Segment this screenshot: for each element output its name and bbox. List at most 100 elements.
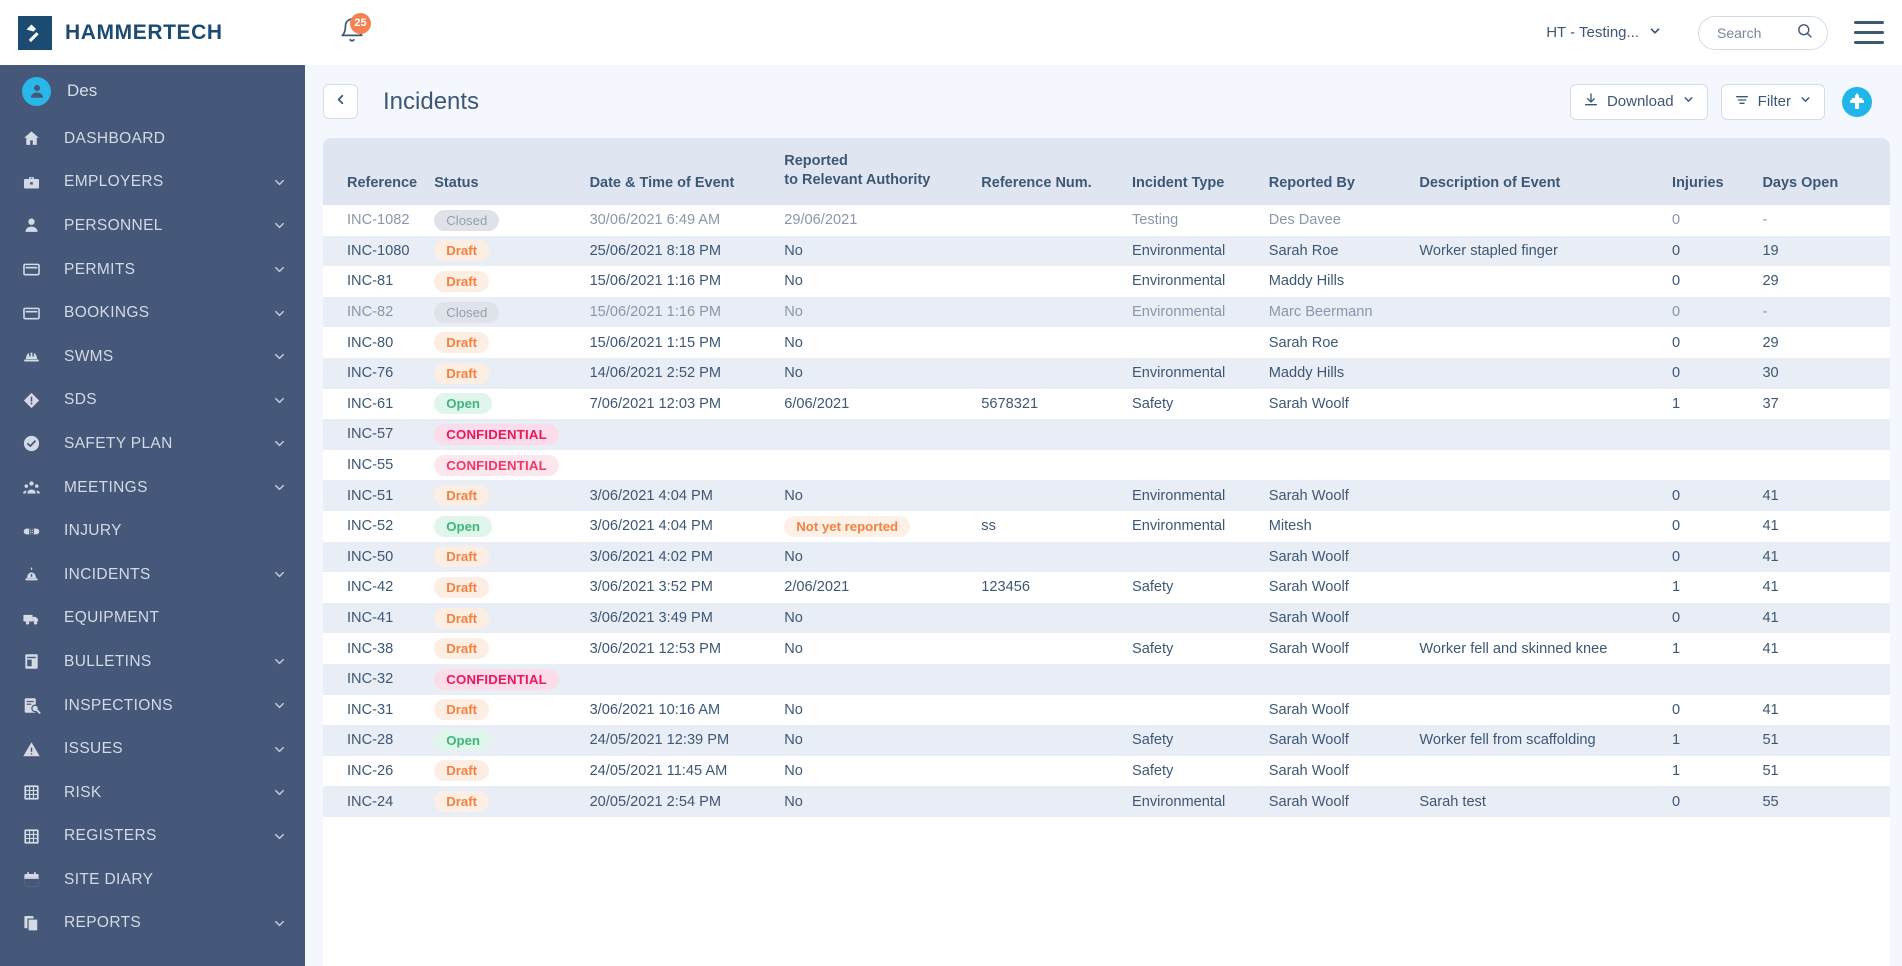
- table-row[interactable]: INC-1080 Draft 25/06/2021 8:18 PM No Environ…: [323, 235, 1890, 267]
- cell-status: Closed: [434, 297, 589, 328]
- sidebar-item-dashboard[interactable]: DASHBOARD: [0, 117, 305, 161]
- chevron-down-icon[interactable]: [272, 306, 287, 321]
- column-header-reference[interactable]: Reference: [323, 138, 435, 205]
- table-row[interactable]: INC-82 Closed 15/06/2021 1:16 PM No Environm…: [323, 296, 1890, 328]
- table-row[interactable]: INC-61 Open 7/06/2021 12:03 PM 6/06/2021 567…: [323, 389, 1890, 420]
- table-row[interactable]: INC-28 Open 24/05/2021 12:39 PM No Safety Sar…: [323, 725, 1890, 756]
- table-row[interactable]: INC-76 Draft 14/06/2021 2:52 PM No Environme…: [323, 357, 1890, 389]
- sidebar-item-swms[interactable]: SWMS: [0, 335, 305, 379]
- download-button[interactable]: Download: [1569, 83, 1708, 120]
- inspection-icon: [22, 696, 52, 715]
- chevron-down-icon[interactable]: [272, 742, 287, 757]
- chevron-down-icon[interactable]: [272, 567, 287, 582]
- sidebar-item-sds[interactable]: SDS: [0, 379, 305, 423]
- cell-reference-num: [981, 358, 1132, 389]
- reported-by-value: Sarah Roe: [1268, 334, 1339, 351]
- table-row[interactable]: INC-31 Draft 3/06/2021 10:16 AM No Sarah Woo…: [323, 695, 1890, 726]
- table-row[interactable]: INC-81 Draft 15/06/2021 1:16 PM No Environme…: [323, 266, 1890, 297]
- chevron-down-icon[interactable]: [272, 349, 287, 364]
- chevron-down-icon[interactable]: [272, 218, 287, 233]
- table-row[interactable]: INC-42 Draft 3/06/2021 3:52 PM 2/06/2021 123…: [323, 572, 1890, 603]
- incident-type-value: Environmental: [1131, 793, 1226, 810]
- column-header-datetime[interactable]: Date & Time of Event: [589, 138, 785, 205]
- sidebar-item-employers[interactable]: EMPLOYERS: [0, 161, 305, 205]
- table-row[interactable]: INC-51 Draft 3/06/2021 4:04 PM No Environmen…: [323, 480, 1890, 511]
- search-icon[interactable]: [1796, 22, 1813, 44]
- table-row[interactable]: INC-1082 Closed 30/06/2021 6:49 AM 29/06/20…: [323, 205, 1890, 236]
- add-incident-button[interactable]: [1842, 86, 1872, 117]
- column-header-refnum[interactable]: Reference Num.: [981, 138, 1132, 205]
- reported-authority-value: No: [784, 548, 803, 565]
- cell-reference: INC-80: [323, 327, 434, 358]
- sidebar-item-permits[interactable]: PERMITS: [0, 248, 305, 292]
- notifications-button[interactable]: 25: [330, 11, 374, 55]
- reported-by-value: Marc Beermann: [1268, 304, 1373, 321]
- table-row[interactable]: INC-24 Draft 20/05/2021 2:54 PM No Environme…: [323, 786, 1890, 817]
- sidebar-item-equipment[interactable]: EQUIPMENT: [0, 597, 305, 641]
- reported-authority-value: 2/06/2021: [784, 579, 850, 596]
- incident-type-value: Environmental: [1131, 304, 1226, 321]
- chevron-down-icon[interactable]: [272, 916, 287, 931]
- chevron-down-icon[interactable]: [272, 393, 287, 408]
- table-row[interactable]: INC-32 CONFIDENTIAL: [323, 663, 1890, 695]
- cell-datetime: 7/06/2021 12:03 PM: [590, 389, 785, 420]
- sidebar-item-bookings[interactable]: BOOKINGS: [0, 291, 305, 335]
- chevron-down-icon[interactable]: [272, 175, 287, 190]
- chevron-down-icon[interactable]: [272, 480, 287, 495]
- sidebar-item-risk[interactable]: RISK: [0, 771, 305, 815]
- column-header-type[interactable]: Incident Type: [1131, 138, 1269, 205]
- days-open-value: 29: [1762, 334, 1779, 351]
- filter-button[interactable]: Filter: [1720, 83, 1825, 120]
- cell-days-open: 51: [1762, 725, 1890, 756]
- reported-by-value: Maddy Hills: [1268, 365, 1345, 382]
- sidebar-item-site-diary[interactable]: SITE DIARY: [0, 858, 305, 902]
- table-row[interactable]: INC-55 CONFIDENTIAL: [323, 450, 1890, 481]
- table-row[interactable]: INC-26 Draft 24/05/2021 11:45 AM No Safety Sa…: [323, 756, 1890, 787]
- column-header-status[interactable]: Status: [434, 138, 590, 205]
- chevron-down-icon[interactable]: [272, 436, 287, 451]
- sidebar-item-meetings[interactable]: MEETINGS: [0, 466, 305, 510]
- sidebar-item-injury[interactable]: INJURY: [0, 509, 305, 553]
- chevron-down-icon[interactable]: [272, 785, 287, 800]
- sidebar-item-inspections[interactable]: INSPECTIONS: [0, 684, 305, 728]
- sidebar-item-bulletins[interactable]: BULLETINS: [0, 640, 305, 684]
- table-row[interactable]: INC-57 CONFIDENTIAL: [323, 419, 1890, 450]
- incident-type-value: Testing: [1131, 212, 1179, 229]
- cell-reference-num: [981, 236, 1132, 267]
- column-header-reported[interactable]: Reported to Relevant Authority: [784, 138, 982, 205]
- hamburger-menu-icon[interactable]: [1854, 20, 1884, 45]
- chevron-down-icon[interactable]: [272, 829, 287, 844]
- sidebar-item-personnel[interactable]: PERSONNEL: [0, 204, 305, 248]
- column-header-daysopen[interactable]: Days Open: [1762, 138, 1890, 205]
- column-header-injuries[interactable]: Injuries: [1672, 138, 1763, 205]
- table-row[interactable]: INC-38 Draft 3/06/2021 12:53 PM No Safety Sar…: [323, 633, 1890, 664]
- table-row[interactable]: INC-52 Open 3/06/2021 4:04 PM Not yet repor…: [323, 511, 1890, 542]
- sidebar-user[interactable]: Des: [0, 65, 305, 117]
- column-header-reportedby[interactable]: Reported By: [1268, 138, 1420, 205]
- search-input[interactable]: [1717, 24, 1796, 41]
- table-row[interactable]: INC-41 Draft 3/06/2021 3:49 PM No Sarah Wool…: [323, 602, 1890, 634]
- sidebar-item-registers[interactable]: REGISTERS: [0, 815, 305, 859]
- chevron-down-icon[interactable]: [272, 654, 287, 669]
- site-selector[interactable]: HT - Testing...: [1536, 18, 1672, 48]
- reference-value: INC-1080: [347, 242, 410, 259]
- datetime-value: 3/06/2021 4:04 PM: [589, 518, 713, 535]
- chevron-down-icon[interactable]: [272, 262, 287, 277]
- table-row[interactable]: INC-50 Draft 3/06/2021 4:02 PM No Sarah Wool…: [323, 541, 1890, 573]
- cell-status: CONFIDENTIAL: [434, 664, 589, 695]
- column-header-description[interactable]: Description of Event: [1419, 138, 1673, 205]
- days-open-value: 29: [1762, 273, 1779, 290]
- brand-logo[interactable]: HAMMERTECH: [0, 0, 305, 65]
- back-button[interactable]: [323, 84, 358, 119]
- days-open-value: 51: [1762, 732, 1779, 749]
- sidebar-item-incidents[interactable]: INCIDENTS: [0, 553, 305, 597]
- sidebar-item-reports[interactable]: REPORTS: [0, 902, 305, 946]
- download-icon: [1583, 92, 1599, 112]
- chevron-down-icon[interactable]: [272, 698, 287, 713]
- incidents-table: Reference Status Date & Time of Event Repor…: [323, 138, 1890, 817]
- sidebar-item-issues[interactable]: ISSUES: [0, 727, 305, 771]
- table-row[interactable]: INC-80 Draft 15/06/2021 1:15 PM No Sarah Roe…: [323, 327, 1890, 358]
- sidebar-item-label: RISK: [64, 783, 102, 801]
- search-box[interactable]: [1698, 15, 1828, 50]
- sidebar-item-safety-plan[interactable]: SAFETY PLAN: [0, 422, 305, 466]
